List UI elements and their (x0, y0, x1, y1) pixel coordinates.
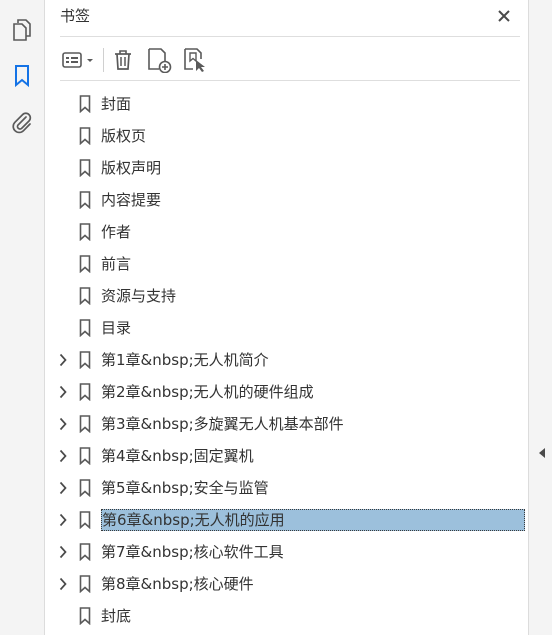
bookmark-item[interactable]: 第7章&nbsp;核心软件工具 (46, 536, 528, 568)
expand-chevron-icon[interactable] (56, 544, 70, 560)
bookmark-icon (79, 191, 91, 210)
collapse-left-icon[interactable] (537, 445, 547, 461)
bookmark-label: 第1章&nbsp;无人机简介 (101, 351, 269, 369)
bookmark-item[interactable]: 第3章&nbsp;多旋翼无人机基本部件 (46, 408, 528, 440)
bookmark-icon (79, 351, 91, 370)
bookmarks-toolbar (60, 44, 520, 76)
bookmark-item[interactable]: 第2章&nbsp;无人机的硬件组成 (46, 376, 528, 408)
bookmark-icon (79, 287, 91, 306)
expand-chevron-icon[interactable] (56, 352, 70, 368)
bookmark-label: 第7章&nbsp;核心软件工具 (101, 543, 284, 561)
bookmark-icon (79, 543, 91, 562)
divider (60, 36, 520, 37)
bookmark-item[interactable]: 第1章&nbsp;无人机简介 (46, 344, 528, 376)
close-icon[interactable] (493, 5, 515, 27)
expand-chevron-icon[interactable] (56, 384, 70, 400)
bookmark-icon[interactable] (9, 63, 35, 89)
options-menu-button[interactable] (60, 46, 98, 74)
pages-icon[interactable] (9, 17, 35, 43)
bookmark-item[interactable]: 版权声明 (46, 152, 528, 184)
divider (60, 80, 520, 81)
bookmark-item[interactable]: 第8章&nbsp;核心硬件 (46, 568, 528, 600)
bookmark-label: 内容提要 (101, 191, 162, 209)
bookmark-icon (79, 383, 91, 402)
bookmark-item[interactable]: 第5章&nbsp;安全与监管 (46, 472, 528, 504)
bookmarks-panel: 书签 封面 版权页 版权声明 内容提要 作者 前言 资源与支持 目录 第1章&n… (46, 0, 528, 635)
bookmark-icon (79, 511, 91, 530)
bookmark-item[interactable]: 前言 (46, 248, 528, 280)
bookmark-label: 作者 (101, 223, 132, 241)
expand-chevron-icon[interactable] (56, 576, 70, 592)
bookmark-icon (79, 447, 91, 466)
toolbar-separator (103, 48, 104, 72)
bookmark-label: 封面 (101, 95, 132, 113)
bookmark-item[interactable]: 版权页 (46, 120, 528, 152)
bookmark-properties-icon[interactable] (180, 46, 210, 74)
bookmark-label: 第5章&nbsp;安全与监管 (101, 479, 269, 497)
expand-chevron-icon[interactable] (56, 512, 70, 528)
expand-chevron-icon[interactable] (56, 416, 70, 432)
panel-collapse-strip (528, 0, 552, 635)
bookmark-icon (79, 575, 91, 594)
bookmark-item[interactable]: 封面 (46, 88, 528, 120)
bookmark-icon (79, 415, 91, 434)
bookmark-item[interactable]: 内容提要 (46, 184, 528, 216)
bookmark-icon (79, 159, 91, 178)
bookmark-icon (79, 255, 91, 274)
navigation-rail (0, 0, 45, 635)
bookmark-label: 第2章&nbsp;无人机的硬件组成 (101, 383, 314, 401)
expand-chevron-icon[interactable] (56, 480, 70, 496)
bookmark-label: 第6章&nbsp;无人机的应用 (101, 509, 525, 531)
bookmark-label: 目录 (101, 319, 132, 337)
bookmark-label: 第4章&nbsp;固定翼机 (101, 447, 254, 465)
bookmark-icon (79, 95, 91, 114)
bookmark-label: 第8章&nbsp;核心硬件 (101, 575, 254, 593)
bookmark-icon (79, 223, 91, 242)
bookmark-item[interactable]: 目录 (46, 312, 528, 344)
bookmark-icon (79, 479, 91, 498)
bookmark-icon (79, 607, 91, 626)
bookmark-label: 资源与支持 (101, 287, 177, 305)
trash-icon[interactable] (110, 46, 136, 74)
new-bookmark-icon[interactable] (144, 46, 174, 74)
bookmark-label: 第3章&nbsp;多旋翼无人机基本部件 (101, 415, 344, 433)
panel-title: 书签 (60, 7, 91, 25)
bookmark-icon (79, 127, 91, 146)
bookmark-item[interactable]: 第4章&nbsp;固定翼机 (46, 440, 528, 472)
expand-chevron-icon[interactable] (56, 448, 70, 464)
bookmark-item[interactable]: 作者 (46, 216, 528, 248)
bookmark-icon (79, 319, 91, 338)
paperclip-icon[interactable] (9, 109, 35, 135)
bookmark-label: 版权声明 (101, 159, 162, 177)
bookmark-item[interactable]: 资源与支持 (46, 280, 528, 312)
bookmark-label: 前言 (101, 255, 132, 273)
bookmark-label: 版权页 (101, 127, 147, 145)
bookmark-list: 封面版权页版权声明内容提要作者前言资源与支持目录第1章&nbsp;无人机简介第2… (46, 88, 528, 632)
bookmark-label: 封底 (101, 607, 132, 625)
bookmark-item[interactable]: 第6章&nbsp;无人机的应用 (46, 504, 528, 536)
bookmark-item[interactable]: 封底 (46, 600, 528, 632)
